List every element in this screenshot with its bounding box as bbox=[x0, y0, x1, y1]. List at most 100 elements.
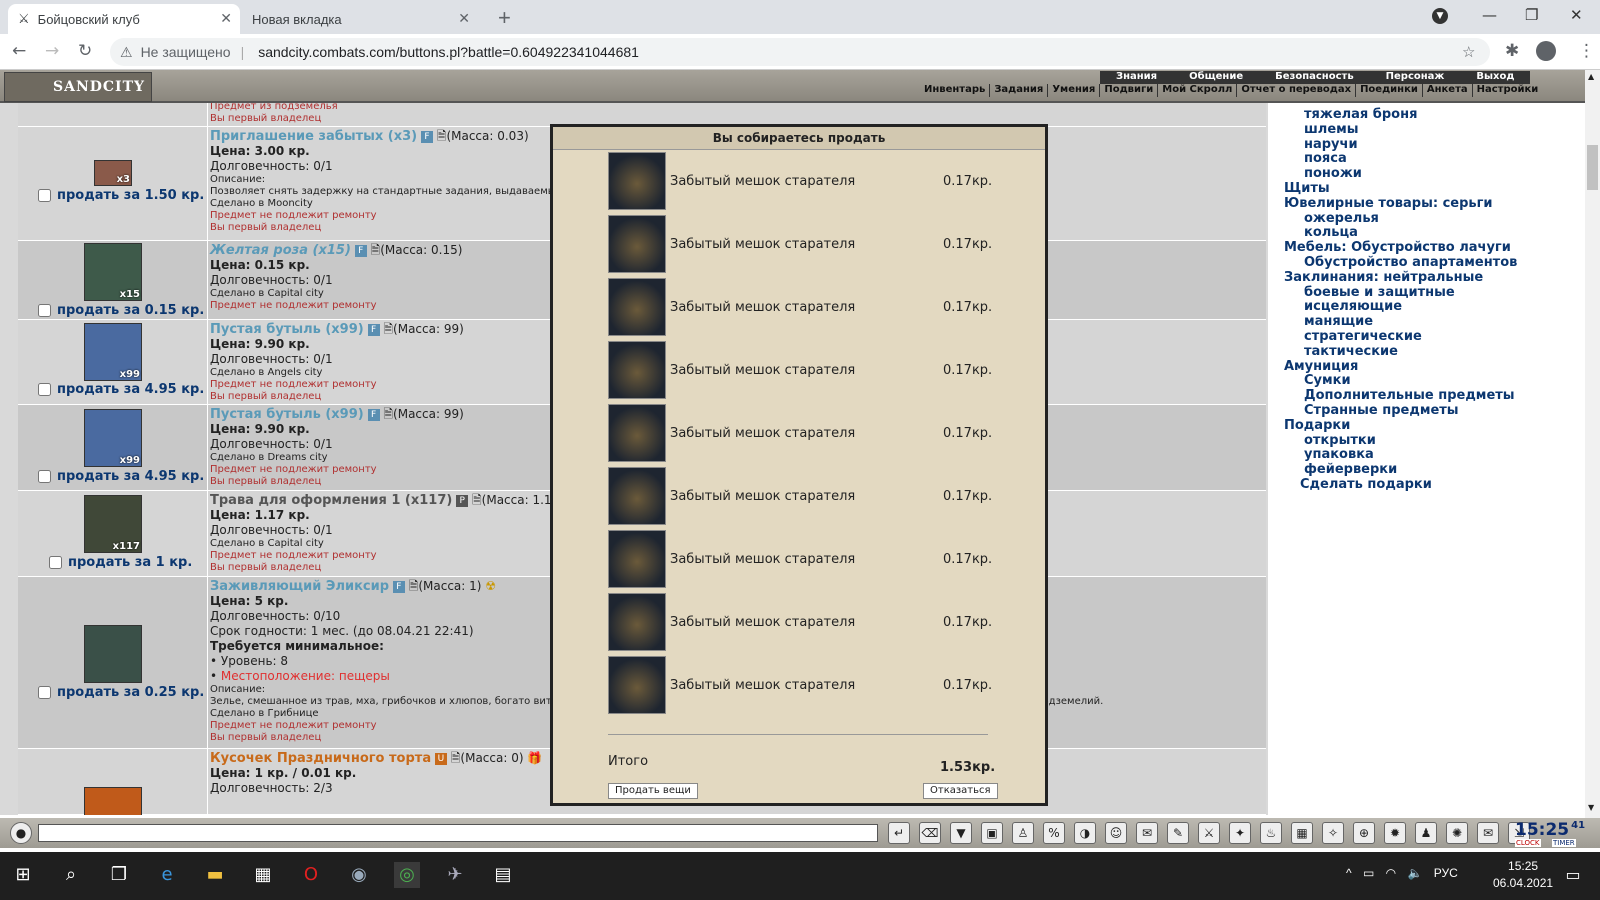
notifications-icon[interactable]: ▭ bbox=[1560, 862, 1586, 888]
menu-character[interactable]: Персонаж bbox=[1370, 71, 1461, 84]
map-icon[interactable]: ⊕ bbox=[1353, 822, 1375, 844]
category-link[interactable]: поножи bbox=[1304, 166, 1362, 181]
extensions-icon[interactable]: ✱ bbox=[1505, 41, 1519, 61]
menu-achievements[interactable]: Подвиги bbox=[1100, 84, 1159, 97]
profile-icon[interactable] bbox=[1536, 41, 1556, 61]
opera-icon[interactable]: O bbox=[298, 862, 324, 888]
chrome-icon[interactable]: ◎ bbox=[394, 862, 420, 888]
windows-start-icon[interactable]: ⊞ bbox=[10, 862, 36, 888]
category-link[interactable]: Амуниция bbox=[1284, 359, 1358, 374]
category-link[interactable]: Обустройство апартаментов bbox=[1304, 255, 1517, 270]
scroll-down-icon[interactable]: ▼ bbox=[1588, 803, 1594, 812]
category-link[interactable]: Ювелирные товары: серьги bbox=[1284, 196, 1493, 211]
menu-communication[interactable]: Общение bbox=[1173, 71, 1259, 84]
scroll-icon[interactable]: ✎ bbox=[1167, 822, 1189, 844]
close-tab-icon[interactable]: ✕ bbox=[220, 10, 232, 27]
taskbar-clock[interactable]: 15:25 06.04.2021 bbox=[1493, 858, 1553, 892]
potion-icon[interactable]: ♨ bbox=[1260, 822, 1282, 844]
smile-icon[interactable]: ☺ bbox=[1105, 822, 1127, 844]
category-link[interactable]: Заклинания: нейтральные bbox=[1284, 270, 1483, 285]
wifi-icon[interactable]: ◠ bbox=[1386, 866, 1396, 880]
menu-kebab-icon[interactable]: ⋮ bbox=[1578, 41, 1595, 61]
back-icon[interactable]: ← bbox=[12, 41, 26, 61]
save-icon[interactable]: ▣ bbox=[981, 822, 1003, 844]
volume-icon[interactable]: 🔈 bbox=[1408, 866, 1423, 880]
category-link[interactable]: Сумки bbox=[1304, 373, 1351, 388]
item-name[interactable]: Кусочек Праздничного торта bbox=[210, 751, 431, 766]
sell-checkbox[interactable] bbox=[38, 383, 51, 396]
task-view-icon[interactable]: ❐ bbox=[106, 862, 132, 888]
category-link[interactable]: открытки bbox=[1304, 433, 1376, 448]
item-name[interactable]: Пустая бутыль (x99) bbox=[210, 407, 364, 422]
menu-skills[interactable]: Умения bbox=[1048, 84, 1101, 97]
store-icon[interactable]: ▦ bbox=[250, 862, 276, 888]
minimize-icon[interactable]: — bbox=[1482, 6, 1497, 24]
doc-icon[interactable]: 🗎 bbox=[451, 751, 461, 765]
tab-fight-club[interactable]: ⚔ Бойцовский клуб ✕ bbox=[8, 4, 240, 34]
doc-icon[interactable]: 🗎 bbox=[472, 493, 482, 507]
translit-icon[interactable]: % bbox=[1043, 822, 1065, 844]
restore-icon[interactable]: ❐ bbox=[1525, 6, 1538, 24]
new-tab-plus-icon[interactable]: + bbox=[498, 5, 511, 31]
doc-icon[interactable]: 🗎 bbox=[409, 579, 419, 593]
sell-checkbox[interactable] bbox=[49, 556, 62, 569]
cancel-button[interactable]: Отказаться bbox=[923, 783, 998, 799]
attack-icon[interactable]: ⚔ bbox=[1198, 822, 1220, 844]
doc-icon[interactable]: 🗎 bbox=[371, 243, 381, 257]
forward-icon[interactable]: → bbox=[45, 41, 59, 61]
steam-icon[interactable]: ◉ bbox=[346, 862, 372, 888]
category-link[interactable]: Щиты bbox=[1284, 181, 1330, 196]
menu-transfers[interactable]: Отчет о переводах bbox=[1237, 84, 1357, 97]
category-link[interactable]: Странные предметы bbox=[1304, 403, 1459, 418]
category-link[interactable]: Подарки bbox=[1284, 418, 1350, 433]
menu-scroll[interactable]: Мой Скролл bbox=[1158, 84, 1238, 97]
item-name[interactable]: Пустая бутыль (x99) bbox=[210, 322, 364, 337]
sell-items-button[interactable]: Продать вещи bbox=[608, 783, 698, 799]
category-link[interactable]: фейерверки bbox=[1304, 462, 1397, 477]
rune-icon[interactable]: ✧ bbox=[1322, 822, 1344, 844]
sell-option[interactable]: продать за 1 кр. bbox=[49, 555, 192, 570]
scrollbar-thumb[interactable] bbox=[1587, 145, 1598, 190]
item-name[interactable]: Желтая роза (x15) bbox=[210, 243, 351, 258]
menu-profile[interactable]: Анкета bbox=[1423, 84, 1473, 97]
category-link[interactable]: боевые и защитные bbox=[1304, 285, 1455, 300]
menu-quests[interactable]: Задания bbox=[990, 84, 1049, 97]
filter-icon[interactable]: ▼ bbox=[950, 822, 972, 844]
omnibox[interactable]: ⚠ Не защищено | sandcity.combats.com/but… bbox=[110, 38, 1490, 66]
category-link[interactable]: исцеляющие bbox=[1304, 299, 1402, 314]
chat-settings-icon[interactable]: ● bbox=[10, 822, 32, 844]
menu-fights[interactable]: Поединки bbox=[1356, 84, 1423, 97]
category-link[interactable]: тяжелая броня bbox=[1304, 107, 1417, 122]
doc-icon[interactable]: 🗎 bbox=[437, 129, 447, 143]
doc-icon[interactable]: 🗎 bbox=[383, 322, 393, 336]
language-indicator[interactable]: РУС bbox=[1434, 866, 1458, 880]
item-name[interactable]: Приглашение забытых (x3) bbox=[210, 129, 417, 144]
menu-security[interactable]: Безопасность bbox=[1259, 71, 1370, 84]
category-link[interactable]: пояса bbox=[1304, 151, 1347, 166]
scroll-up-icon[interactable]: ▲ bbox=[1588, 72, 1594, 81]
sell-option[interactable]: продать за 1.50 кр. bbox=[38, 188, 204, 203]
magic-icon[interactable]: ✦ bbox=[1229, 822, 1251, 844]
sell-option[interactable]: продать за 0.25 кр. bbox=[38, 685, 204, 700]
menu-knowledge[interactable]: Знания bbox=[1100, 71, 1173, 84]
menu-settings[interactable]: Настройки bbox=[1473, 84, 1543, 97]
sell-option[interactable]: продать за 4.95 кр. bbox=[38, 469, 204, 484]
item-name[interactable]: Заживляющий Эликсир bbox=[210, 579, 389, 594]
page-scrollbar[interactable]: ▲ ▼ bbox=[1585, 70, 1600, 818]
walk-icon[interactable]: ♙ bbox=[1012, 822, 1034, 844]
sparkle-icon[interactable]: ✺ bbox=[1446, 822, 1468, 844]
mail-icon[interactable]: ✉ bbox=[1136, 822, 1158, 844]
app-icon[interactable]: ✈ bbox=[442, 862, 468, 888]
file-explorer-icon[interactable]: ▬ bbox=[202, 862, 228, 888]
chest-icon[interactable]: ▦ bbox=[1291, 822, 1313, 844]
calculator-icon[interactable]: ▤ bbox=[490, 862, 516, 888]
menu-exit[interactable]: Выход bbox=[1460, 71, 1530, 84]
doc-icon[interactable]: 🗎 bbox=[383, 407, 393, 421]
gear-icon[interactable]: ✹ bbox=[1384, 822, 1406, 844]
tab-search-icon[interactable]: ▼ bbox=[1432, 8, 1448, 24]
chat-icon[interactable]: ✉ bbox=[1477, 822, 1499, 844]
reload-icon[interactable]: ↻ bbox=[78, 41, 92, 61]
item-name[interactable]: Трава для оформления 1 (x117) bbox=[210, 493, 452, 508]
sell-checkbox[interactable] bbox=[38, 686, 51, 699]
category-link[interactable]: манящие bbox=[1304, 314, 1373, 329]
